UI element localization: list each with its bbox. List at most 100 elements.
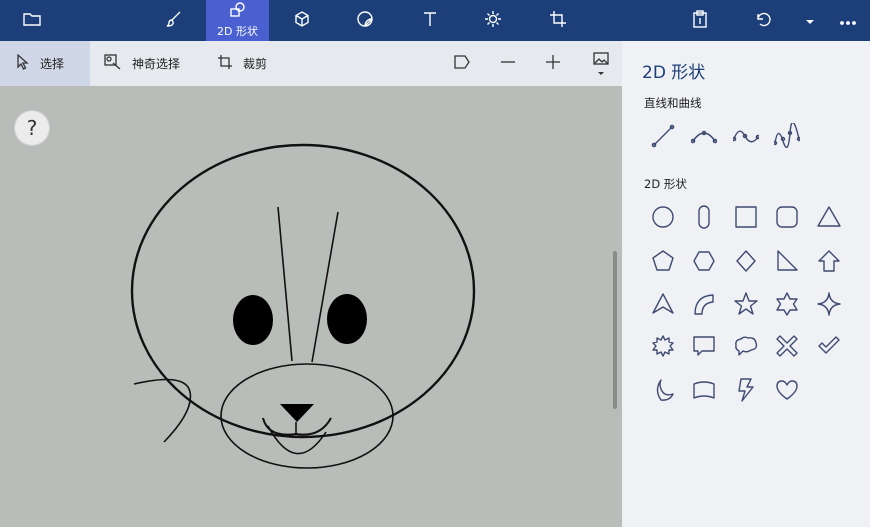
diamond-icon (733, 248, 759, 278)
heart-tool[interactable] (769, 374, 805, 410)
pill-tool[interactable] (686, 201, 722, 237)
text-icon (421, 10, 439, 32)
star-6-icon (774, 291, 800, 321)
star-5-icon (733, 291, 759, 321)
banner-tool[interactable] (686, 374, 722, 410)
star-6-tool[interactable] (769, 288, 805, 324)
magic-select-icon (104, 54, 122, 73)
tab-2d-shapes-label: 2D 形状 (217, 25, 258, 38)
x-shape-icon (774, 333, 800, 363)
circle-icon (650, 204, 676, 234)
right-triangle-tool[interactable] (769, 245, 805, 281)
crescent-icon (650, 377, 676, 407)
effects-icon (484, 10, 502, 32)
arc-tool[interactable] (686, 288, 722, 324)
s-curve-tool[interactable] (728, 120, 764, 156)
history-dropdown-icon (805, 11, 815, 30)
curve-tool[interactable] (686, 120, 722, 156)
text-tab[interactable] (408, 0, 452, 41)
menu-button[interactable] (12, 0, 52, 41)
plus-icon (545, 54, 561, 73)
crescent-tool[interactable] (645, 374, 681, 410)
lightning-icon (733, 377, 759, 407)
more-icon (839, 11, 857, 30)
line-icon (650, 123, 676, 153)
crop-canvas-icon (549, 10, 567, 32)
more-button[interactable] (830, 0, 866, 41)
pentagon-icon (650, 248, 676, 278)
thought-bubble-tool[interactable] (728, 330, 764, 366)
shapes-panel: 2D 形状 直线和曲线 2D 形状 (622, 41, 870, 527)
checkmark-icon (816, 333, 842, 363)
x-shape-tool[interactable] (769, 330, 805, 366)
shapes-section-title: 2D 形状 (644, 177, 687, 191)
banner-icon (691, 377, 717, 407)
rounded-square-icon (774, 204, 800, 234)
tab-2d-shapes[interactable]: 2D 形状 (206, 0, 269, 41)
help-label: ? (26, 116, 38, 140)
brush-icon (165, 10, 183, 32)
heart-icon (774, 377, 800, 407)
arc-icon (691, 291, 717, 321)
panel-title: 2D 形状 (642, 63, 706, 83)
hexagon-tool[interactable] (686, 245, 722, 281)
star-4-tool[interactable] (811, 288, 847, 324)
speech-bubble-icon (691, 333, 717, 363)
bear-drawing (130, 143, 476, 469)
3d-shapes-tab[interactable] (280, 0, 324, 41)
star-4-icon (816, 291, 842, 321)
zoom-out-button[interactable] (500, 41, 522, 86)
paste-button[interactable] (678, 0, 722, 41)
square-icon (733, 204, 759, 234)
top-toolbar: 2D 形状 (0, 0, 870, 41)
curve-icon (690, 123, 718, 153)
paste-icon (692, 9, 708, 32)
lightning-tool[interactable] (728, 374, 764, 410)
chevron-tool[interactable] (645, 288, 681, 324)
arrow-up-tool[interactable] (811, 245, 847, 281)
crop-label: 裁剪 (243, 57, 268, 71)
drawing-canvas[interactable]: ? (0, 86, 622, 527)
magic-select-button[interactable]: 神奇选择 (104, 41, 204, 86)
starburst-tool[interactable] (645, 330, 681, 366)
secondary-toolbar: 选择 神奇选择 裁剪 (0, 41, 622, 86)
undo-icon (754, 10, 772, 32)
pentagon-tool[interactable] (645, 245, 681, 281)
vertical-scrollbar[interactable] (613, 251, 617, 409)
crop-button[interactable]: 裁剪 (217, 41, 287, 86)
undo-button[interactable] (741, 0, 785, 41)
select-button[interactable]: 选择 (0, 41, 90, 86)
rounded-square-tool[interactable] (769, 201, 805, 237)
effects-tab[interactable] (471, 0, 515, 41)
folder-icon (23, 11, 41, 31)
cube-icon (293, 10, 311, 32)
chevron-arrow-icon (650, 291, 676, 321)
minus-icon (500, 55, 516, 72)
triangle-tool[interactable] (811, 201, 847, 237)
select-label: 选择 (40, 57, 65, 71)
magic-select-label: 神奇选择 (132, 57, 181, 71)
line-tool[interactable] (645, 120, 681, 156)
square-tool[interactable] (728, 201, 764, 237)
lines-section-title: 直线和曲线 (644, 96, 702, 110)
view-button[interactable] (590, 41, 612, 86)
sticker-icon (356, 10, 374, 32)
history-dropdown-button[interactable] (795, 0, 825, 41)
crop-icon (217, 54, 233, 73)
canvas-tab[interactable] (536, 0, 580, 41)
perspective-button[interactable] (454, 41, 476, 86)
brushes-tab[interactable] (152, 0, 196, 41)
flag-icon (454, 55, 470, 72)
circle-tool[interactable] (645, 201, 681, 237)
pill-icon (691, 204, 717, 234)
zoom-in-button[interactable] (545, 41, 567, 86)
star-5-tool[interactable] (728, 288, 764, 324)
image-icon (593, 51, 609, 69)
diamond-tool[interactable] (728, 245, 764, 281)
help-button[interactable]: ? (14, 110, 50, 146)
stickers-tab[interactable] (343, 0, 387, 41)
checkmark-tool[interactable] (811, 330, 847, 366)
triangle-icon (816, 204, 842, 234)
wave-curve-tool[interactable] (769, 120, 805, 156)
speech-bubble-tool[interactable] (686, 330, 722, 366)
